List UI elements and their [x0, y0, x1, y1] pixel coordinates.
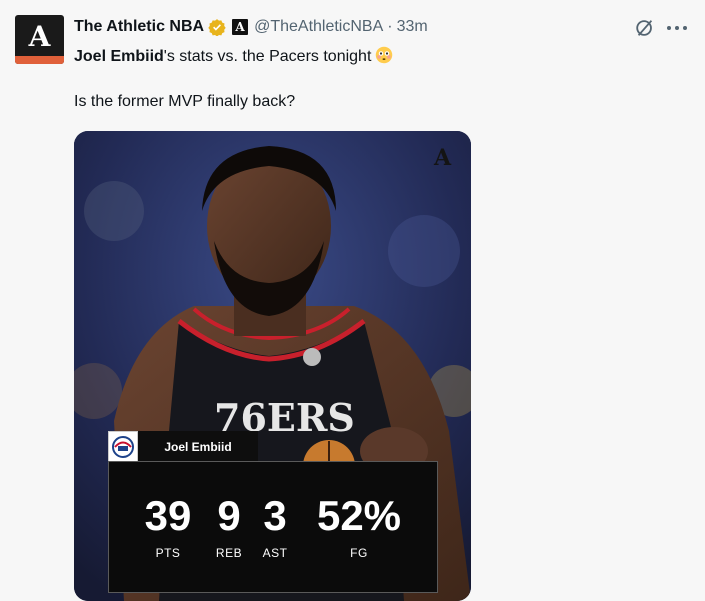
- flushed-face-emoji: [376, 46, 393, 64]
- stat-value: 39: [144, 492, 192, 539]
- stat-value: 9: [217, 492, 241, 539]
- stat-value: 52%: [316, 492, 402, 539]
- more-options-icon[interactable]: [667, 19, 687, 37]
- tweet[interactable]: A The Athletic NBA A @TheAthleticNBA · 3…: [0, 0, 705, 601]
- avatar-accent-bar: [15, 56, 64, 64]
- grok-icon[interactable]: [634, 17, 656, 39]
- stat-label: PTS: [155, 546, 181, 560]
- athletic-watermark: A: [434, 145, 452, 171]
- affiliate-icon[interactable]: A: [232, 19, 249, 35]
- tweet-header: The Athletic NBA A @TheAthleticNBA · 33m: [74, 16, 428, 38]
- sixers-logo-icon: [108, 431, 138, 463]
- stat-label: FG: [350, 546, 368, 560]
- timestamp[interactable]: 33m: [397, 18, 428, 36]
- avatar[interactable]: A: [15, 15, 64, 64]
- stat-box: 39 PTS 9 REB 3 AST 52% FG: [108, 461, 438, 593]
- separator-dot: ·: [387, 18, 393, 35]
- player-name-bar: Joel Embiid: [108, 431, 438, 463]
- stat-label: AST: [262, 546, 288, 560]
- avatar-letter: A: [28, 20, 51, 53]
- stat-label: REB: [215, 546, 243, 560]
- verified-badge-icon[interactable]: [208, 18, 226, 36]
- account-name[interactable]: The Athletic NBA: [74, 18, 204, 36]
- stat-value: 3: [263, 492, 287, 539]
- player-mention: Joel Embiid: [74, 48, 164, 65]
- account-handle[interactable]: @TheAthleticNBA: [254, 18, 383, 36]
- tweet-text-rest: 's stats vs. the Pacers tonight: [163, 48, 372, 65]
- tweet-text-line1: Joel Embiid's stats vs. the Pacers tonig…: [74, 46, 393, 66]
- player-name-label: Joel Embiid: [138, 431, 258, 463]
- tweet-media-image[interactable]: 76ERS A Joel Embiid 39 PTS 9 REB 3 AST 5…: [74, 131, 471, 601]
- tweet-text-line2: Is the former MVP finally back?: [74, 93, 296, 110]
